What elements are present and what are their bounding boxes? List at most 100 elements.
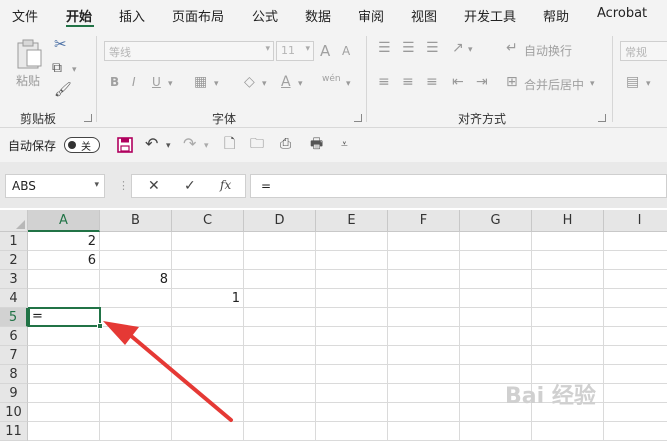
column-header-a[interactable]: A [28,210,100,232]
cell-c10[interactable] [172,403,244,422]
cell-b11[interactable] [100,422,172,441]
cell-e1[interactable] [316,232,388,251]
merge-center-button[interactable]: 合并后居中 [524,76,584,93]
menu-file[interactable]: 文件 [12,6,38,25]
cell-i2[interactable] [604,251,667,270]
chevron-down-icon[interactable]: ▾ [168,76,173,92]
font-size-combo[interactable]: 11 ▾ [276,41,314,61]
redo-icon[interactable]: ↷ [183,136,196,152]
cell-g5[interactable] [460,308,532,327]
cell-d8[interactable] [244,365,316,384]
cell-d9[interactable] [244,384,316,403]
column-header-c[interactable]: C [172,210,244,232]
bold-button[interactable]: B [110,75,119,89]
copy-icon[interactable]: ⧉ [52,60,62,76]
cell-a2[interactable]: 6 [28,251,100,270]
cell-c8[interactable] [172,365,244,384]
menu-data[interactable]: 数据 [305,6,331,25]
cell-i3[interactable] [604,270,667,289]
row-header-3[interactable]: 3 [0,270,28,289]
cell-d10[interactable] [244,403,316,422]
cell-a9[interactable] [28,384,100,403]
chevron-down-icon[interactable]: ▾ [166,138,171,154]
cell-e11[interactable] [316,422,388,441]
undo-icon[interactable]: ↶ [145,136,158,152]
cell-c2[interactable] [172,251,244,270]
cell-d5[interactable] [244,308,316,327]
cell-c5[interactable] [172,308,244,327]
cell-i1[interactable] [604,232,667,251]
font-name-combo[interactable]: 等线 ▾ [104,41,274,61]
cell-b7[interactable] [100,346,172,365]
menu-home[interactable]: 开始 [66,6,92,25]
cell-h5[interactable] [532,308,604,327]
alignment-launcher-icon[interactable] [598,114,606,122]
column-header-f[interactable]: F [388,210,460,232]
cell-b2[interactable] [100,251,172,270]
cell-g4[interactable] [460,289,532,308]
cell-e3[interactable] [316,270,388,289]
customize-qat-icon[interactable]: ⩡ [341,136,348,152]
fill-color-icon[interactable]: ◇ [244,74,255,90]
cell-g2[interactable] [460,251,532,270]
save-icon[interactable] [117,137,133,153]
cell-i4[interactable] [604,289,667,308]
cell-g6[interactable] [460,327,532,346]
align-right-icon[interactable]: ≡ [426,74,438,90]
menu-help[interactable]: 帮助 [543,6,569,25]
cell-f1[interactable] [388,232,460,251]
chevron-down-icon[interactable]: ▾ [646,76,651,92]
insert-function-icon[interactable]: fx [220,178,231,192]
cell-d7[interactable] [244,346,316,365]
cell-e4[interactable] [316,289,388,308]
cell-d2[interactable] [244,251,316,270]
autosave-toggle[interactable]: 关 [64,137,100,153]
menu-insert[interactable]: 插入 [119,6,145,25]
cell-a7[interactable] [28,346,100,365]
cell-e6[interactable] [316,327,388,346]
open-folder-icon[interactable]: 🗀 [250,136,264,152]
cell-d6[interactable] [244,327,316,346]
cell-b8[interactable] [100,365,172,384]
merge-center-icon[interactable]: ⊞ [506,74,518,90]
column-header-h[interactable]: H [532,210,604,232]
cell-b9[interactable] [100,384,172,403]
cell-h6[interactable] [532,327,604,346]
cell-b10[interactable] [100,403,172,422]
clipboard-launcher-icon[interactable] [84,114,92,122]
cell-a10[interactable] [28,403,100,422]
chevron-down-icon[interactable]: ▾ [72,62,77,78]
row-header-7[interactable]: 7 [0,346,28,365]
cell-e9[interactable] [316,384,388,403]
menu-page-layout[interactable]: 页面布局 [172,6,224,25]
cell-h1[interactable] [532,232,604,251]
wrap-text-icon[interactable]: ↵ [506,40,518,56]
cell-a1[interactable]: 2 [28,232,100,251]
menu-developer[interactable]: 开发工具 [464,6,516,25]
cell-i8[interactable] [604,365,667,384]
cell-h3[interactable] [532,270,604,289]
column-header-e[interactable]: E [316,210,388,232]
cell-d3[interactable] [244,270,316,289]
cell-b1[interactable] [100,232,172,251]
cell-d1[interactable] [244,232,316,251]
decrease-indent-icon[interactable]: ⇤ [452,74,464,90]
column-header-b[interactable]: B [100,210,172,232]
cell-a4[interactable] [28,289,100,308]
chevron-down-icon[interactable]: ▾ [262,76,267,92]
menu-view[interactable]: 视图 [411,6,437,25]
cell-f6[interactable] [388,327,460,346]
row-header-4[interactable]: 4 [0,289,28,308]
cell-i10[interactable] [604,403,667,422]
cell-e10[interactable] [316,403,388,422]
row-header-5[interactable]: 5 [0,308,28,327]
cell-h7[interactable] [532,346,604,365]
cell-f4[interactable] [388,289,460,308]
cell-c9[interactable] [172,384,244,403]
chevron-down-icon[interactable]: ▾ [590,76,595,92]
row-header-8[interactable]: 8 [0,365,28,384]
cell-h11[interactable] [532,422,604,441]
align-left-icon[interactable]: ≡ [378,74,390,90]
cell-e2[interactable] [316,251,388,270]
select-all-corner[interactable] [0,210,28,232]
